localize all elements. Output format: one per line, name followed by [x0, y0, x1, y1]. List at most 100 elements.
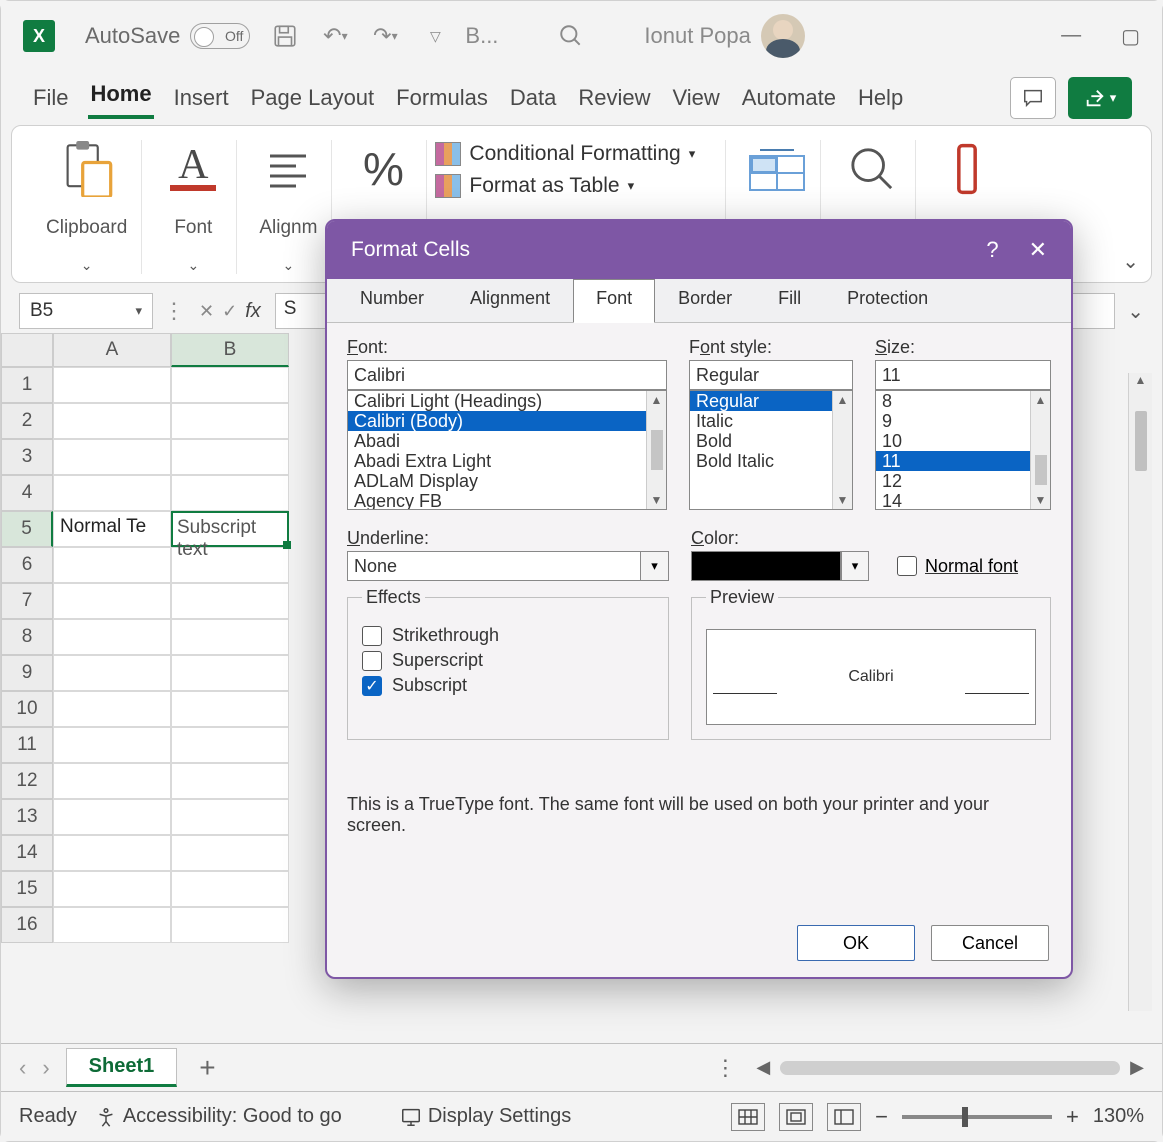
cell[interactable] [53, 655, 171, 691]
formula-expand-icon[interactable]: ⌄ [1127, 299, 1144, 324]
row-header[interactable]: 2 [1, 403, 53, 439]
cell[interactable] [171, 835, 289, 871]
select-all-corner[interactable] [1, 333, 53, 367]
cell[interactable] [171, 727, 289, 763]
tab-alignment[interactable]: Alignment [447, 279, 573, 322]
row-header[interactable]: 15 [1, 871, 53, 907]
cell-a5[interactable]: Normal Te [53, 511, 171, 547]
tab-data[interactable]: Data [508, 81, 558, 119]
tab-file[interactable]: File [31, 81, 70, 119]
hscroll-left-icon[interactable]: ◀ [756, 1057, 770, 1078]
cancel-button[interactable]: Cancel [931, 925, 1049, 961]
strikethrough-checkbox[interactable]: Strikethrough [362, 625, 654, 646]
row-header[interactable]: 16 [1, 907, 53, 943]
user-name-label[interactable]: Ionut Popa [644, 23, 750, 49]
minimize-button[interactable]: — [1061, 24, 1081, 49]
cell[interactable] [53, 583, 171, 619]
search-icon[interactable] [558, 23, 584, 49]
cell[interactable] [53, 619, 171, 655]
tab-home[interactable]: Home [88, 77, 153, 119]
display-settings-button[interactable]: Display Settings [400, 1105, 571, 1128]
user-avatar[interactable] [761, 14, 805, 58]
cell[interactable] [53, 403, 171, 439]
font-name-input[interactable] [347, 360, 667, 390]
row-header[interactable]: 1 [1, 367, 53, 403]
cell[interactable] [171, 655, 289, 691]
superscript-checkbox[interactable]: Superscript [362, 650, 654, 671]
tab-review[interactable]: Review [576, 81, 652, 119]
size-input[interactable] [875, 360, 1051, 390]
save-icon[interactable] [270, 21, 300, 51]
color-swatch[interactable] [691, 551, 841, 581]
row-header[interactable]: 8 [1, 619, 53, 655]
conditional-formatting-button[interactable]: Conditional Formatting ▾ [435, 142, 695, 166]
undo-icon[interactable]: ↶▾ [320, 21, 350, 51]
cell[interactable] [53, 727, 171, 763]
row-header[interactable]: 5 [1, 511, 53, 547]
cell[interactable] [53, 799, 171, 835]
page-layout-view-button[interactable] [779, 1103, 813, 1131]
hscroll-right-icon[interactable]: ▶ [1130, 1057, 1144, 1078]
ribbon-group-alignment[interactable]: Alignm ⌄ [245, 140, 332, 274]
cell[interactable] [53, 439, 171, 475]
cell[interactable] [171, 475, 289, 511]
zoom-in-button[interactable]: + [1066, 1104, 1079, 1130]
column-header-a[interactable]: A [53, 333, 171, 367]
sheet-tab[interactable]: Sheet1 [66, 1048, 178, 1087]
cell[interactable] [171, 907, 289, 943]
row-header[interactable]: 12 [1, 763, 53, 799]
format-as-table-button[interactable]: Format as Table ▾ [435, 174, 695, 198]
row-header[interactable]: 14 [1, 835, 53, 871]
sheet-nav-prev-icon[interactable]: ‹ [19, 1055, 26, 1081]
row-header[interactable]: 6 [1, 547, 53, 583]
sheet-nav-next-icon[interactable]: › [42, 1055, 49, 1081]
chevron-down-icon[interactable]: ▾ [641, 551, 669, 581]
size-list[interactable]: 8 9 10 11 12 14 ▲▼ [875, 390, 1051, 510]
chevron-down-icon[interactable]: ▾ [841, 551, 869, 581]
cell[interactable] [53, 871, 171, 907]
tab-page-layout[interactable]: Page Layout [249, 81, 377, 119]
normal-font-checkbox[interactable]: Normal font [897, 556, 1018, 577]
tab-insert[interactable]: Insert [172, 81, 231, 119]
tab-automate[interactable]: Automate [740, 81, 838, 119]
tab-view[interactable]: View [670, 81, 721, 119]
comments-button[interactable] [1010, 77, 1056, 119]
tab-protection[interactable]: Protection [824, 279, 951, 322]
row-header[interactable]: 3 [1, 439, 53, 475]
zoom-level[interactable]: 130% [1093, 1105, 1144, 1128]
ribbon-group-clipboard[interactable]: Clipboard ⌄ [32, 140, 142, 274]
cancel-formula-icon[interactable]: ✕ [199, 301, 214, 322]
enter-formula-icon[interactable]: ✓ [222, 301, 237, 322]
chevron-down-icon[interactable]: ⌄ [187, 257, 199, 274]
row-header[interactable]: 13 [1, 799, 53, 835]
cell-b5[interactable]: Subscript text [171, 511, 289, 547]
document-name[interactable]: B... [465, 23, 498, 49]
accessibility-status[interactable]: Accessibility: Good to go [95, 1105, 342, 1128]
tab-number[interactable]: Number [337, 279, 447, 322]
cell[interactable] [53, 691, 171, 727]
close-icon[interactable]: ✕ [1029, 237, 1047, 263]
name-box[interactable]: B5▾ [19, 293, 153, 329]
chevron-down-icon[interactable]: ⌄ [81, 257, 93, 274]
tab-help[interactable]: Help [856, 81, 905, 119]
normal-view-button[interactable] [731, 1103, 765, 1131]
cell[interactable] [53, 835, 171, 871]
help-button[interactable]: ? [986, 237, 998, 263]
cell[interactable] [171, 403, 289, 439]
tab-border[interactable]: Border [655, 279, 755, 322]
ribbon-group-font[interactable]: A Font ⌄ [150, 140, 237, 274]
ok-button[interactable]: OK [797, 925, 915, 961]
style-list-scrollbar[interactable]: ▲▼ [832, 391, 852, 509]
row-header[interactable]: 11 [1, 727, 53, 763]
chevron-down-icon[interactable]: ⌄ [283, 257, 295, 274]
maximize-button[interactable]: ▢ [1121, 24, 1140, 49]
tab-font[interactable]: Font [573, 279, 655, 323]
tab-fill[interactable]: Fill [755, 279, 824, 322]
cell[interactable] [171, 691, 289, 727]
row-header[interactable]: 9 [1, 655, 53, 691]
dialog-titlebar[interactable]: Format Cells ? ✕ [327, 221, 1071, 279]
font-list[interactable]: Calibri Light (Headings) Calibri (Body) … [347, 390, 667, 510]
fx-icon[interactable]: fx [245, 300, 261, 323]
underline-combo[interactable] [347, 551, 641, 581]
horizontal-scrollbar[interactable] [780, 1061, 1120, 1075]
